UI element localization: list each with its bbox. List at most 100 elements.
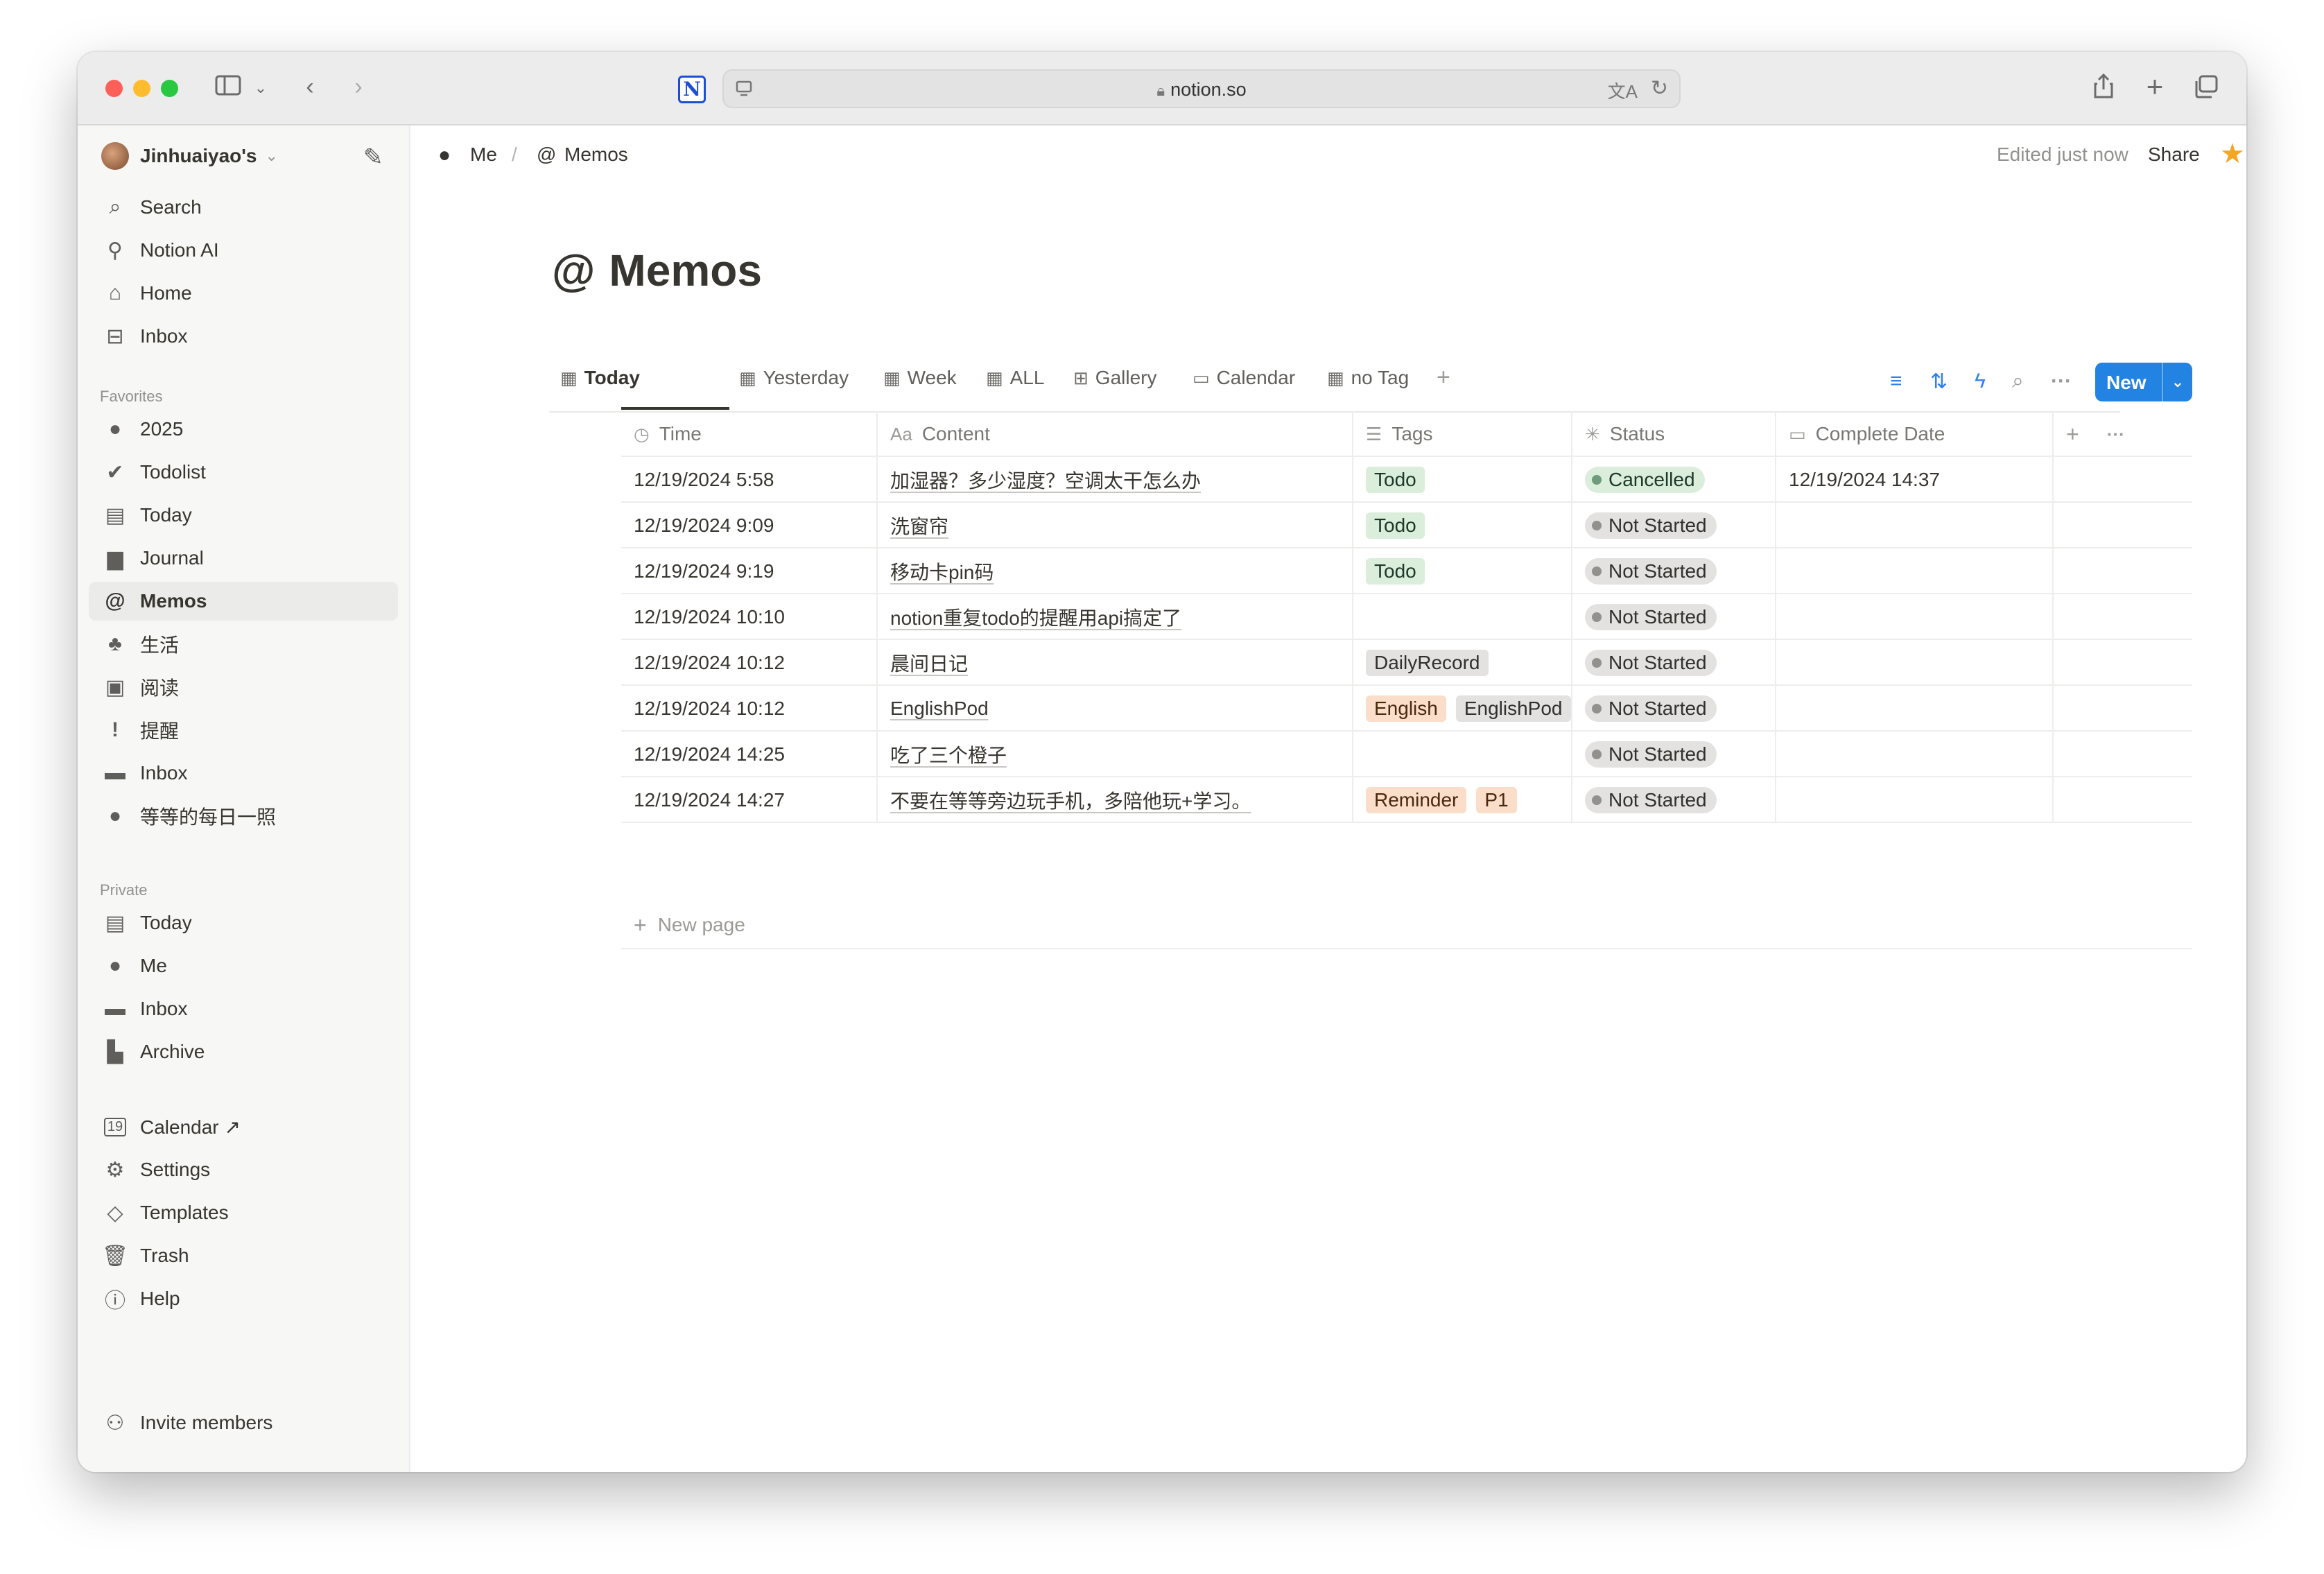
table-row[interactable]: 12/19/2024 10:10 notion重复todo的提醒用api搞定了 No… [621, 594, 2192, 640]
invite-members-button[interactable]: ⚇ Invite members [89, 1403, 398, 1442]
add-property-icon[interactable]: + [2066, 422, 2079, 447]
table-row[interactable]: 12/19/2024 14:25 吃了三个橙子 Not Started [621, 732, 2192, 777]
cell-status[interactable]: Not Started [1572, 640, 1776, 686]
sidebar-item-private-today[interactable]: ▤ Today [89, 903, 398, 942]
cell-tags[interactable]: DailyRecord [1353, 640, 1572, 686]
sidebar-item-calendar[interactable]: 19 Calendar ↗ [89, 1107, 398, 1146]
cell-tags[interactable]: Todo [1353, 457, 1572, 503]
cell-status[interactable]: Not Started [1572, 548, 1776, 594]
cell-tags[interactable] [1353, 732, 1572, 777]
sidebar-item-notion-ai[interactable]: ⚲ Notion AI [89, 231, 398, 270]
tab-yesterday[interactable]: ▦ Yesterday [739, 367, 849, 389]
new-page-compose-icon[interactable]: ✎ [363, 144, 383, 171]
cell-tags[interactable]: Todo [1353, 548, 1572, 594]
cell-time[interactable]: 12/19/2024 9:09 [621, 503, 878, 548]
table-row[interactable]: 12/19/2024 10:12 EnglishPod English English… [621, 686, 2192, 732]
memo-title-link[interactable]: 晨间日记 [890, 649, 968, 677]
cell-complete-date[interactable] [1776, 640, 2054, 686]
cell-time[interactable]: 12/19/2024 5:58 [621, 457, 878, 503]
automation-icon[interactable]: ϟ [1975, 370, 1986, 393]
tab-overview-icon[interactable] [2192, 74, 2220, 105]
cell-content[interactable]: 不要在等等旁边玩手机，多陪他玩+学习。 [878, 777, 1353, 823]
cell-complete-date[interactable] [1776, 686, 2054, 732]
star-icon[interactable]: ★ [2220, 138, 2245, 170]
search-icon[interactable]: ⌕ [2012, 370, 2024, 393]
sidebar-item-life[interactable]: ♣ 生活 [89, 625, 398, 664]
tab-week[interactable]: ▦ Week [883, 367, 957, 389]
sidebar-item-journal[interactable]: ▆ Journal [89, 539, 398, 578]
column-header-status[interactable]: ✳ Status [1572, 411, 1776, 457]
table-row[interactable]: 12/19/2024 14:27 不要在等等旁边玩手机，多陪他玩+学习。 Remin… [621, 777, 2192, 823]
sidebar-item-reminder[interactable]: ! 提醒 [89, 711, 398, 750]
translate-icon[interactable]: 文A [1608, 78, 1638, 103]
sidebar-item-search[interactable]: ⌕ Search [89, 188, 398, 227]
address-bar[interactable]: 🔒︎ notion.so 文A ↻ [722, 69, 1681, 108]
back-icon[interactable]: ‹ [300, 73, 320, 101]
cell-complete-date[interactable] [1776, 548, 2054, 594]
sidebar-item-trash[interactable]: 🗑︎ Trash [89, 1236, 398, 1275]
cell-complete-date[interactable] [1776, 503, 2054, 548]
cell-complete-date[interactable] [1776, 594, 2054, 640]
cell-time[interactable]: 12/19/2024 10:10 [621, 594, 878, 640]
tab-calendar[interactable]: ▭ Calendar [1193, 367, 1295, 389]
sidebar-item-help[interactable]: ⓘ Help [89, 1279, 398, 1318]
cell-tags[interactable]: Todo [1353, 503, 1572, 548]
memo-title-link[interactable]: 吃了三个橙子 [890, 741, 1007, 768]
cell-time[interactable]: 12/19/2024 10:12 [621, 640, 878, 686]
sidebar-item-todolist[interactable]: ✔ Todolist [89, 453, 398, 492]
zoom-window-button[interactable] [161, 80, 178, 97]
cell-status[interactable]: Cancelled [1572, 457, 1776, 503]
reload-icon[interactable]: ↻ [1651, 76, 1668, 101]
memo-title-link[interactable]: notion重复todo的提醒用api搞定了 [890, 603, 1181, 631]
chevron-down-icon[interactable]: ⌄ [2162, 363, 2192, 401]
tab-gallery[interactable]: ⊞ Gallery [1073, 367, 1157, 389]
column-header-content[interactable]: Aa Content [878, 411, 1353, 457]
workspace-switcher[interactable]: Jinhuaiyao's ⌄ [89, 137, 398, 175]
cell-complete-date[interactable]: 12/19/2024 14:37 [1776, 457, 2054, 503]
cell-content[interactable]: 加湿器？多少湿度？空调太干怎么办 [878, 457, 1353, 503]
cell-status[interactable]: Not Started [1572, 777, 1776, 823]
memo-title-link[interactable]: 洗窗帘 [890, 512, 948, 539]
sidebar-item-private-inbox[interactable]: ▬ Inbox [89, 989, 398, 1028]
cell-tags[interactable]: Reminder P1 [1353, 777, 1572, 823]
chevron-down-icon[interactable]: ⌄ [252, 74, 269, 102]
sidebar-toggle-icon[interactable] [213, 74, 243, 103]
more-icon[interactable]: ··· [2107, 424, 2125, 445]
add-view-icon[interactable]: + [1437, 364, 1450, 391]
cell-content[interactable]: 移动卡pin码 [878, 548, 1353, 594]
sidebar-item-memos[interactable]: @ Memos [89, 582, 398, 621]
tab-no-tag[interactable]: ▦ no Tag [1327, 367, 1409, 389]
table-row[interactable]: 12/19/2024 9:09 洗窗帘 Todo Not Started [621, 503, 2192, 548]
cell-complete-date[interactable] [1776, 732, 2054, 777]
breadcrumb-me[interactable]: Me [470, 144, 497, 166]
tab-all[interactable]: ▦ ALL [986, 367, 1044, 389]
sidebar-item-reading[interactable]: ▣ 阅读 [89, 668, 398, 707]
sidebar-item-home[interactable]: ⌂ Home [89, 274, 398, 313]
close-window-button[interactable] [105, 80, 123, 97]
cell-tags[interactable] [1353, 594, 1572, 640]
cell-complete-date[interactable] [1776, 777, 2054, 823]
memo-title-link[interactable]: 移动卡pin码 [890, 557, 994, 585]
column-header-time[interactable]: ◷ Time [621, 411, 878, 457]
breadcrumb-memos[interactable]: Memos [564, 144, 628, 166]
cell-tags[interactable]: English EnglishPod [1353, 686, 1572, 732]
table-row[interactable]: 12/19/2024 10:12 晨间日记 DailyRecord Not Start… [621, 640, 2192, 686]
cell-time[interactable]: 12/19/2024 10:12 [621, 686, 878, 732]
column-header-complete-date[interactable]: ▭ Complete Date [1776, 411, 2054, 457]
cell-content[interactable]: 吃了三个橙子 [878, 732, 1353, 777]
tab-today[interactable]: ▦ Today [560, 367, 640, 389]
sidebar-item-daily-photo[interactable]: ● 等等的每日一照 [89, 797, 398, 836]
cell-status[interactable]: Not Started [1572, 594, 1776, 640]
memo-title-link[interactable]: EnglishPod [890, 698, 989, 720]
cell-content[interactable]: notion重复todo的提醒用api搞定了 [878, 594, 1353, 640]
cell-time[interactable]: 12/19/2024 9:19 [621, 548, 878, 594]
sidebar-item-inbox-fav[interactable]: ▬ Inbox [89, 754, 398, 793]
sort-icon[interactable]: ⇅ [1930, 370, 1948, 394]
new-tab-icon[interactable]: + [2141, 72, 2169, 101]
cell-status[interactable]: Not Started [1572, 686, 1776, 732]
column-header-tags[interactable]: ☰ Tags [1353, 411, 1572, 457]
memo-title-link[interactable]: 不要在等等旁边玩手机，多陪他玩+学习。 [890, 786, 1251, 814]
memo-title-link[interactable]: 加湿器？多少湿度？空调太干怎么办 [890, 466, 1201, 494]
new-entry-button[interactable]: New ⌄ [2095, 363, 2192, 401]
sidebar-item-settings[interactable]: ⚙ Settings [89, 1150, 398, 1189]
